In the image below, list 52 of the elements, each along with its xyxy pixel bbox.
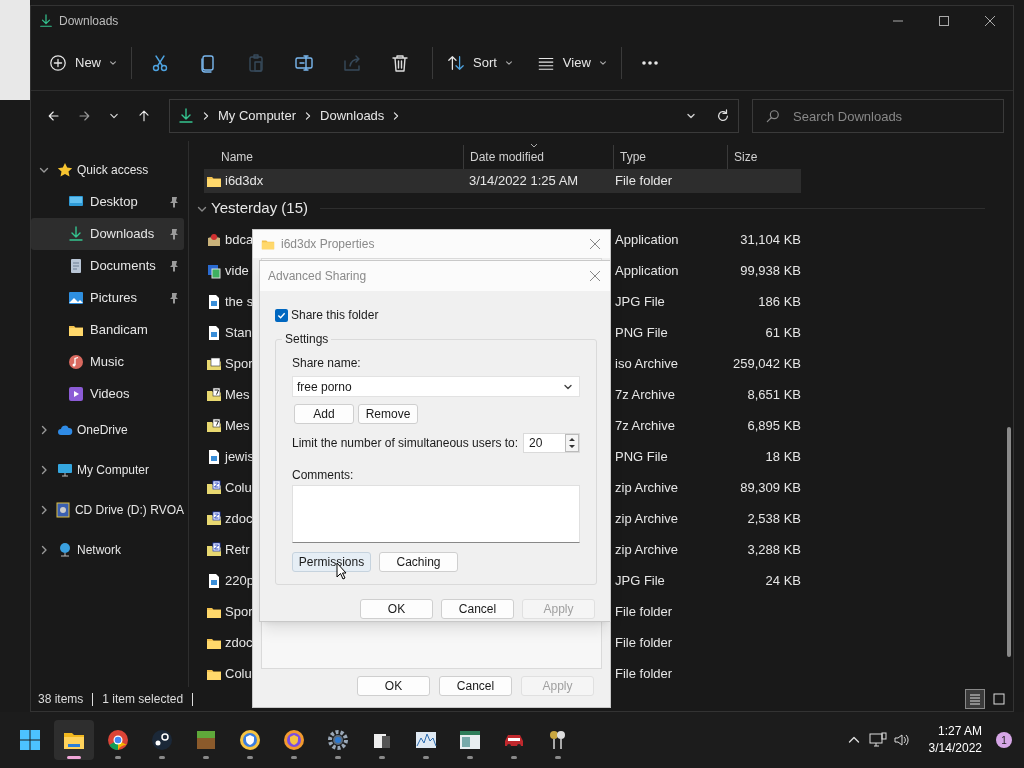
- window-title: Downloads: [59, 13, 119, 30]
- file-type: 7z Archive: [615, 417, 675, 433]
- file-type: iso Archive: [615, 355, 678, 371]
- file-name: Colu: [225, 664, 252, 683]
- file-size: 89,309 KB: [740, 479, 801, 495]
- file-type: zip Archive: [615, 479, 678, 495]
- file-date: 3/14/2022 1:25 AM: [469, 173, 579, 189]
- file-type: PNG File: [615, 324, 668, 340]
- file-size: 3,288 KB: [747, 541, 801, 557]
- file-name: Colu: [225, 478, 252, 497]
- file-type: Application: [615, 262, 679, 278]
- file-type: File folder: [615, 665, 673, 681]
- field-label: Share name:: [292, 355, 362, 372]
- field-label: Comments:: [292, 467, 355, 484]
- checkbox-label: Share this folder: [291, 307, 379, 324]
- file-name: Mes: [225, 416, 250, 435]
- file-name: bdca: [225, 230, 254, 249]
- file-name: Spor: [225, 602, 253, 621]
- file-name: vide: [225, 261, 249, 280]
- file-size: 18 KB: [765, 448, 801, 464]
- file-type: 7z Archive: [615, 386, 675, 402]
- file-name: zdoc: [225, 633, 253, 652]
- group-label: Settings: [284, 331, 330, 348]
- file-type: Application: [615, 231, 679, 247]
- file-size: 6,895 KB: [747, 417, 801, 433]
- file-name: zdoc: [225, 509, 253, 528]
- field-label: Limit the number of simultaneous users to:: [292, 435, 520, 452]
- file-size: 31,104 KB: [740, 231, 801, 247]
- file-size: 61 KB: [765, 324, 801, 340]
- dialog-title: Advanced Sharing: [268, 268, 367, 285]
- file-type: zip Archive: [615, 541, 678, 557]
- file-size: 8,651 KB: [747, 386, 801, 402]
- file-name: Stan: [225, 323, 252, 342]
- file-name: Retr: [225, 540, 250, 559]
- file-size: 186 KB: [758, 293, 801, 309]
- file-type: JPG File: [615, 293, 665, 309]
- status-text: 38 items: [38, 691, 84, 708]
- dialog-title: i6d3dx Properties: [281, 236, 375, 253]
- file-name: Spor: [225, 354, 253, 373]
- file-size: 99,938 KB: [740, 262, 801, 278]
- file-type: File folder: [615, 634, 673, 650]
- file-name: Mes: [225, 385, 250, 404]
- file-size: 24 KB: [765, 572, 801, 588]
- file-type: File folder: [615, 173, 673, 189]
- file-type: File folder: [615, 603, 673, 619]
- status-text: 1 item selected: [102, 691, 184, 708]
- file-name: i6d3dx: [225, 172, 264, 191]
- file-type: PNG File: [615, 448, 668, 464]
- file-type: zip Archive: [615, 510, 678, 526]
- file-type: JPG File: [615, 572, 665, 588]
- file-size: 259,042 KB: [733, 355, 801, 371]
- file-size: 2,538 KB: [747, 510, 801, 526]
